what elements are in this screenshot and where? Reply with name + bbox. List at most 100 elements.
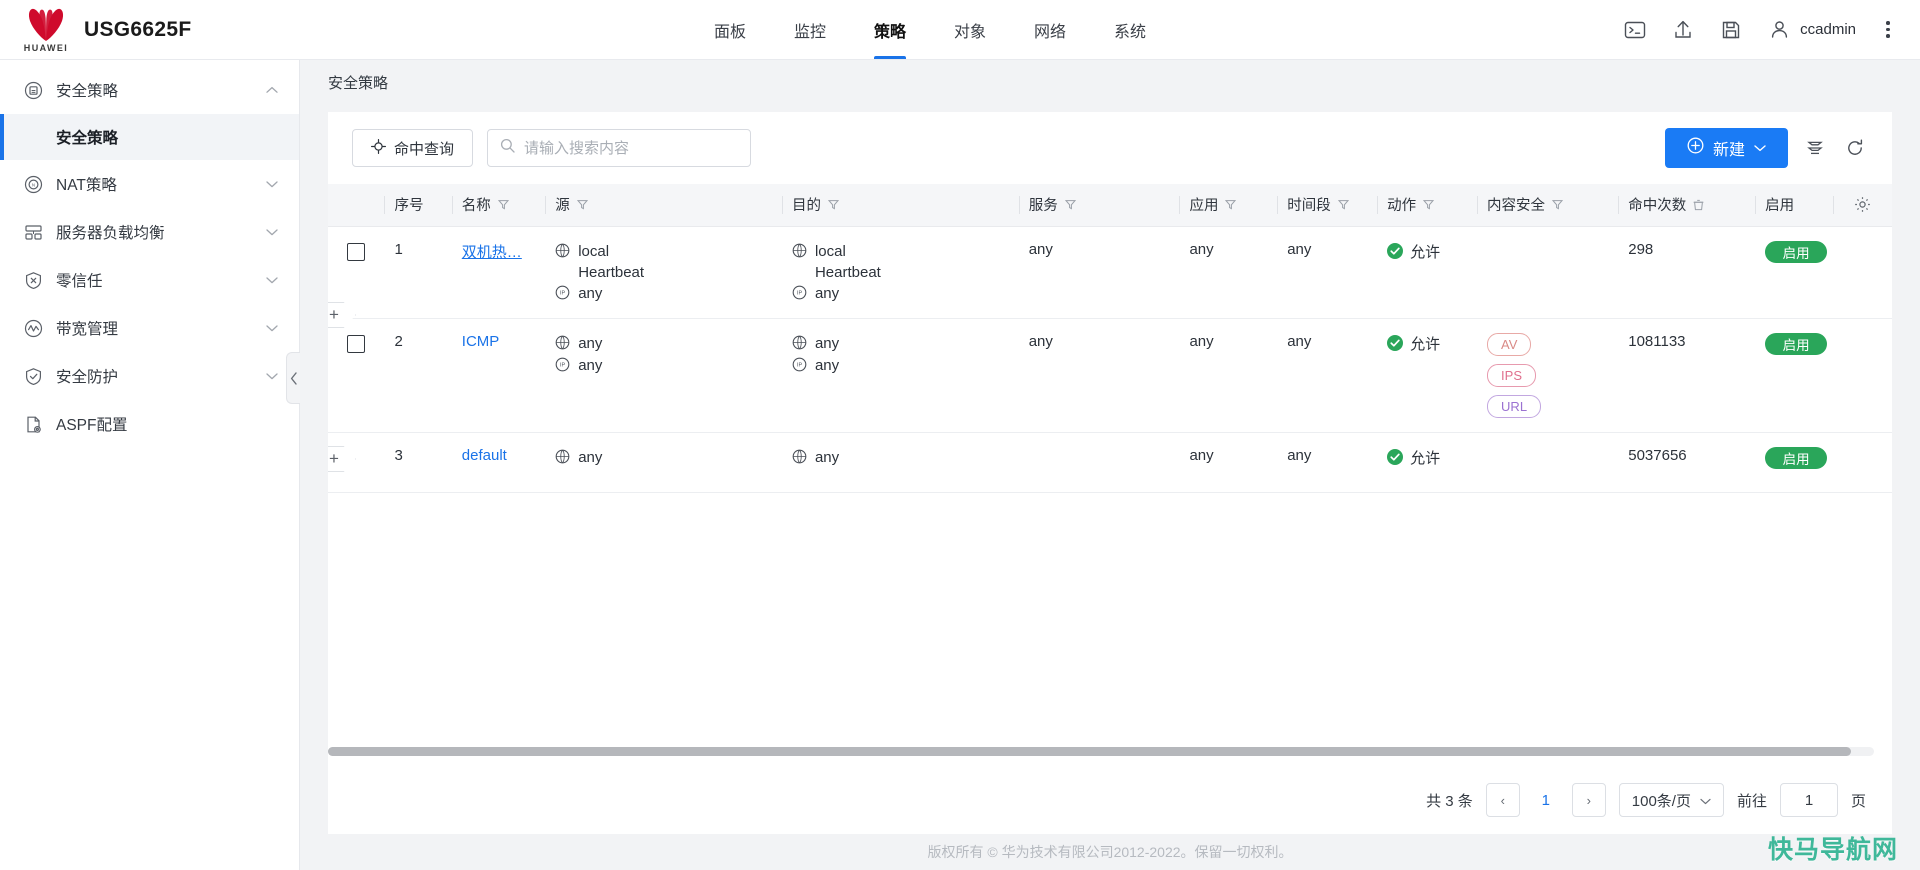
enabled-badge[interactable]: 启用 [1765, 240, 1828, 263]
filter-icon[interactable] [497, 199, 509, 210]
page-number-1[interactable]: 1 [1533, 792, 1559, 809]
column-layout-icon[interactable] [1802, 135, 1828, 161]
hit-query-button[interactable]: 命中查询 [352, 129, 474, 167]
sidebar-item-server-load-balance[interactable]: 服务器负载均衡 [0, 208, 299, 256]
refresh-icon[interactable] [1842, 135, 1868, 161]
new-policy-label: 新建 [1712, 142, 1745, 159]
cell-hit-count: 1081133 [1618, 318, 1756, 433]
row-checkbox[interactable] [347, 334, 366, 353]
content-security-tag-ips[interactable]: IPS [1487, 363, 1537, 387]
source-ip-label: any [578, 356, 603, 374]
cell-row-settings [1833, 432, 1892, 493]
search-box[interactable] [487, 129, 752, 167]
user-name: ccadmin [1800, 21, 1856, 38]
policy-name-link[interactable]: 双机热… [462, 244, 522, 261]
table-row[interactable]: 1 双机热… local Heartbeat IP any local Hear… [328, 226, 1892, 319]
nav-item-network[interactable]: 网络 [1010, 0, 1090, 59]
sidebar-item-aspf-config[interactable]: ASPF配置 [0, 400, 299, 448]
row-checkbox[interactable] [347, 242, 366, 261]
filter-icon[interactable] [1225, 199, 1237, 210]
check-circle-icon [1387, 335, 1404, 351]
horizontal-scrollbar[interactable] [328, 747, 1874, 756]
content-security-tag-av[interactable]: AV [1487, 332, 1532, 356]
table-header-row: 序号 名称 源 目的 服务 应用 时间段 动作 内容安全 命中次数 启用 [328, 184, 1892, 227]
enabled-badge[interactable]: 启用 [1765, 332, 1828, 355]
th-action: 动作 [1377, 184, 1478, 227]
sidebar-item-security-policy-sub[interactable]: 安全策略 [0, 114, 299, 160]
filter-icon[interactable] [827, 199, 839, 210]
table-row[interactable]: 3 default any any any any 允许 5037656 启用 [328, 432, 1892, 493]
sidebar-item-security-policy[interactable]: 安全策略 [0, 66, 299, 114]
policy-table-wrapper: 序号 名称 源 目的 服务 应用 时间段 动作 内容安全 命中次数 启用 1 双… [328, 184, 1892, 766]
clear-hits-icon[interactable] [1693, 199, 1704, 211]
th-label: 命中次数 [1628, 198, 1687, 215]
terminal-icon[interactable] [1622, 17, 1648, 43]
user-menu[interactable]: ccadmin [1766, 17, 1856, 43]
page-size-select[interactable]: 100条/页 [1618, 783, 1724, 817]
policy-name-link[interactable]: default [462, 447, 507, 464]
gear-icon[interactable] [1854, 196, 1871, 213]
goto-page-input[interactable] [1779, 783, 1838, 817]
svg-text:IP: IP [560, 362, 565, 368]
search-input[interactable] [524, 139, 739, 157]
enabled-badge[interactable]: 启用 [1765, 446, 1828, 469]
save-icon[interactable] [1718, 17, 1744, 43]
hit-query-label: 命中查询 [394, 140, 455, 158]
sidebar-item-nat-policy[interactable]: N NAT策略 [0, 160, 299, 208]
upload-icon[interactable] [1670, 17, 1696, 43]
cell-content-security [1477, 432, 1619, 493]
chevron-down-icon [265, 225, 279, 239]
filter-icon[interactable] [1423, 199, 1435, 210]
nav-item-panel[interactable]: 面板 [690, 0, 770, 59]
prev-page-button[interactable]: ‹ [1485, 783, 1520, 817]
sidebar-item-zero-trust[interactable]: 零信任 [0, 256, 299, 304]
copyright-text: 版权所有 © 华为技术有限公司2012-2022。保留一切权利。 [927, 844, 1293, 860]
th-application: 应用 [1179, 184, 1278, 227]
filter-icon[interactable] [1337, 199, 1349, 210]
policy-table-head: 序号 名称 源 目的 服务 应用 时间段 动作 内容安全 命中次数 启用 [328, 184, 1892, 227]
th-time-period: 时间段 [1277, 184, 1378, 227]
nav-item-object[interactable]: 对象 [930, 0, 1010, 59]
chevron-down-icon [1700, 792, 1711, 809]
table-row[interactable]: 2 ICMP any IP any any IP any any any any… [328, 318, 1892, 433]
dest-zone: any [792, 447, 1009, 468]
filter-icon[interactable] [576, 199, 588, 210]
th-label: 服务 [1028, 198, 1058, 215]
next-page-button[interactable]: › [1571, 783, 1606, 817]
more-options-icon[interactable] [1878, 17, 1898, 43]
zone-icon [792, 243, 808, 259]
content-security-tag-url[interactable]: URL [1487, 394, 1542, 418]
policy-name-link[interactable]: ICMP [462, 333, 500, 350]
dest-zone-label-2: Heartbeat [814, 263, 881, 281]
th-hit-count: 命中次数 [1618, 184, 1756, 227]
th-label: 名称 [461, 198, 491, 215]
policy-panel: 命中查询 请输入搜索内容 新建 序号 名称 源 目的 服务 应用 时间段 动作 … [328, 112, 1892, 834]
nav-item-policy[interactable]: 策略 [850, 0, 930, 59]
th-seq: 序号 [384, 184, 452, 227]
top-header: HUAWEI USG6625F 面板 监控 策略 对象 网络 系统 ccadmi… [0, 0, 1920, 60]
th-select-all [328, 184, 385, 227]
search-icon [500, 138, 515, 158]
app-root: HUAWEI USG6625F 面板 监控 策略 对象 网络 系统 ccadmi… [0, 0, 1920, 870]
zone-icon [555, 243, 571, 259]
dest-zone-label: any [814, 334, 840, 352]
cell-enabled: 启用 [1755, 432, 1834, 493]
sidebar-label: 安全策略 [56, 83, 119, 100]
nav-item-system[interactable]: 系统 [1090, 0, 1170, 59]
cell-action: 允许 [1377, 226, 1478, 319]
th-service: 服务 [1018, 184, 1180, 227]
filter-icon[interactable] [1552, 199, 1564, 210]
filter-icon[interactable] [1064, 199, 1076, 210]
content-area: 安全策略 命中查询 请输入搜索内容 新建 序号 名称 源 目的 服务 应用 时间… [300, 60, 1920, 870]
th-settings [1833, 184, 1892, 227]
sidebar-item-bandwidth-management[interactable]: 带宽管理 [0, 304, 299, 352]
th-label: 序号 [394, 198, 424, 215]
nav-item-monitor[interactable]: 监控 [770, 0, 850, 59]
new-policy-button[interactable]: 新建 [1664, 128, 1788, 168]
sidebar-item-security-protection[interactable]: 安全防护 [0, 352, 299, 400]
cell-application: any [1179, 318, 1278, 433]
huawei-logo-icon: HUAWEI [20, 7, 72, 53]
sidebar-collapse-handle[interactable] [286, 352, 300, 404]
check-circle-icon [1387, 243, 1404, 259]
page-product-title: USG6625F [84, 17, 192, 41]
